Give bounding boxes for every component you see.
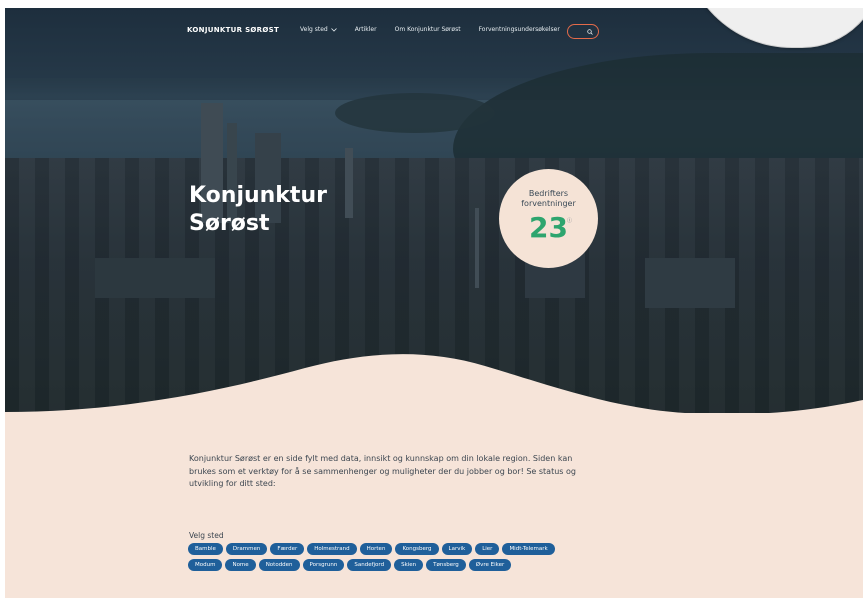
place-chip[interactable]: Midt-Telemark (502, 543, 555, 555)
places-label: Velg sted (189, 531, 224, 540)
place-chip[interactable]: Holmestrand (307, 543, 357, 555)
nav-item-velg-sted[interactable]: Velg sted (300, 26, 337, 33)
place-chip[interactable]: Bamble (188, 543, 223, 555)
page: KONJUNKTUR SØRØST Velg sted Artikler Om … (5, 8, 863, 598)
place-chip[interactable]: Drammen (225, 543, 268, 555)
search-icon (587, 28, 593, 35)
chevron-down-icon (330, 27, 337, 32)
top-navigation: KONJUNKTUR SØRØST Velg sted Artikler Om … (5, 8, 863, 52)
nav-item-label: Velg sted (300, 26, 328, 33)
nav-item-forventninger[interactable]: Forventningsundersøkelser (479, 26, 560, 33)
badge-value: 23 (529, 211, 568, 244)
place-chip[interactable]: Tønsberg (426, 559, 466, 571)
place-chip[interactable]: Modum (188, 559, 223, 571)
place-chip[interactable]: Notodden (258, 559, 300, 571)
hero-title: Konjunktur Sørøst (189, 183, 327, 236)
place-chip[interactable]: Kongsberg (395, 543, 439, 555)
hero-wave-divider (5, 354, 863, 420)
nav-item-artikler[interactable]: Artikler (355, 26, 377, 33)
place-chips: Bamble Drammen Færder Holmestrand Horten… (188, 543, 588, 571)
place-chip[interactable]: Sandefjord (347, 559, 392, 571)
place-chip[interactable]: Nome (225, 559, 256, 571)
place-chip[interactable]: Øvre Eiker (468, 559, 512, 571)
place-chip[interactable]: Skien (394, 559, 424, 571)
expectations-badge[interactable]: Bedrifters forventninger 23 Ⓘ (499, 169, 598, 268)
search-button[interactable] (567, 24, 599, 39)
place-chip[interactable]: Lier (475, 543, 500, 555)
info-icon[interactable]: Ⓘ (567, 217, 572, 224)
main-nav: Velg sted Artikler Om Konjunktur Sørøst … (300, 26, 560, 33)
nav-item-om[interactable]: Om Konjunktur Sørøst (395, 26, 461, 33)
place-chip[interactable]: Larvik (441, 543, 473, 555)
place-chip[interactable]: Horten (359, 543, 393, 555)
site-logo[interactable]: KONJUNKTUR SØRØST (187, 26, 279, 34)
place-chip[interactable]: Porsgrunn (302, 559, 345, 571)
place-chip[interactable]: Færder (270, 543, 305, 555)
intro-text: Konjunktur Sørøst er en side fylt med da… (189, 454, 576, 488)
badge-label: Bedrifters forventninger (521, 189, 576, 208)
